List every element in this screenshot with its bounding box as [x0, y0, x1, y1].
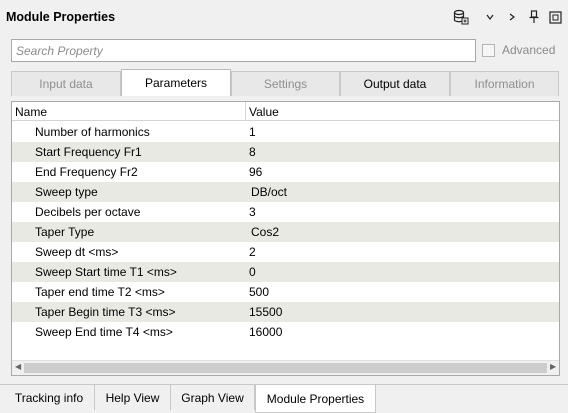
search-input[interactable] — [11, 39, 476, 62]
window-title: Module Properties — [6, 10, 116, 24]
property-value[interactable]: DB/oct — [251, 185, 287, 199]
bottom-tab-bar: Tracking info Help View Graph View Modul… — [0, 384, 568, 413]
property-value[interactable]: 96 — [249, 165, 262, 179]
property-name: Sweep Start time T1 <ms> — [35, 265, 177, 279]
tab-help-view[interactable]: Help View — [95, 385, 171, 410]
property-value[interactable]: 16000 — [249, 325, 282, 339]
tab-parameters[interactable]: Parameters — [121, 69, 231, 96]
property-row[interactable]: Sweep End time T4 <ms> 16000 — [12, 322, 559, 342]
property-name: Sweep End time T4 <ms> — [35, 325, 173, 339]
tab-input-data[interactable]: Input data — [11, 71, 121, 96]
pin-icon[interactable] — [526, 9, 542, 25]
chevron-right-icon[interactable] — [504, 9, 520, 25]
property-row[interactable]: Sweep type DB/oct — [12, 182, 559, 202]
property-grid: Name Value Number of harmonics 1 Start F… — [11, 101, 560, 376]
property-value[interactable]: 8 — [249, 145, 256, 159]
property-value[interactable]: 1 — [249, 125, 256, 139]
property-name: Taper Type — [35, 225, 95, 239]
property-row[interactable]: Taper Type Cos2 — [12, 222, 559, 242]
property-value[interactable]: 0 — [249, 265, 256, 279]
column-header-value[interactable]: Value — [249, 105, 279, 119]
column-header-name[interactable]: Name — [15, 105, 47, 119]
property-name: Sweep dt <ms> — [35, 245, 119, 259]
tab-information[interactable]: Information — [450, 71, 559, 96]
advanced-checkbox[interactable]: Advanced — [482, 43, 555, 57]
maximize-icon[interactable] — [547, 9, 563, 25]
tab-settings[interactable]: Settings — [231, 71, 340, 96]
property-name: Start Frequency Fr1 — [35, 145, 142, 159]
property-name: Decibels per octave — [35, 205, 141, 219]
scroll-left-icon[interactable]: ◀ — [15, 362, 21, 371]
scroll-right-icon[interactable]: ▶ — [550, 362, 556, 371]
property-row[interactable]: Sweep Start time T1 <ms> 0 — [12, 262, 559, 282]
database-icon[interactable] — [453, 9, 469, 25]
chevron-down-icon[interactable] — [482, 9, 498, 25]
title-bar: Module Properties — [0, 0, 568, 36]
property-name: Number of harmonics — [35, 125, 150, 139]
checkbox-box[interactable] — [482, 43, 495, 57]
property-value[interactable]: Cos2 — [251, 225, 279, 239]
tab-tracking-info[interactable]: Tracking info — [4, 385, 95, 410]
advanced-label: Advanced — [502, 43, 556, 57]
tab-bar: Input data Parameters Settings Output da… — [11, 69, 559, 96]
property-value[interactable]: 2 — [249, 245, 256, 259]
property-row[interactable]: Taper end time T2 <ms> 500 — [12, 282, 559, 302]
property-name: Taper Begin time T3 <ms> — [35, 305, 176, 319]
scrollbar-thumb[interactable] — [24, 363, 547, 373]
property-row[interactable]: Decibels per octave 3 — [12, 202, 559, 222]
horizontal-scrollbar[interactable]: ◀ ▶ — [12, 360, 559, 375]
column-divider[interactable] — [245, 102, 246, 121]
property-name: Sweep type — [35, 185, 98, 199]
property-value[interactable]: 500 — [249, 285, 269, 299]
property-row[interactable]: Number of harmonics 1 — [12, 122, 559, 142]
tab-module-properties[interactable]: Module Properties — [255, 385, 376, 413]
property-row[interactable]: End Frequency Fr2 96 — [12, 162, 559, 182]
property-value[interactable]: 15500 — [249, 305, 282, 319]
tab-graph-view[interactable]: Graph View — [171, 385, 255, 410]
property-value[interactable]: 3 — [249, 205, 256, 219]
property-name: Taper end time T2 <ms> — [35, 285, 165, 299]
grid-header: Name Value — [12, 102, 559, 121]
property-row[interactable]: Taper Begin time T3 <ms> 15500 — [12, 302, 559, 322]
property-name: End Frequency Fr2 — [35, 165, 138, 179]
tab-output-data[interactable]: Output data — [340, 71, 450, 96]
property-row[interactable]: Sweep dt <ms> 2 — [12, 242, 559, 262]
property-row[interactable]: Start Frequency Fr1 8 — [12, 142, 559, 162]
